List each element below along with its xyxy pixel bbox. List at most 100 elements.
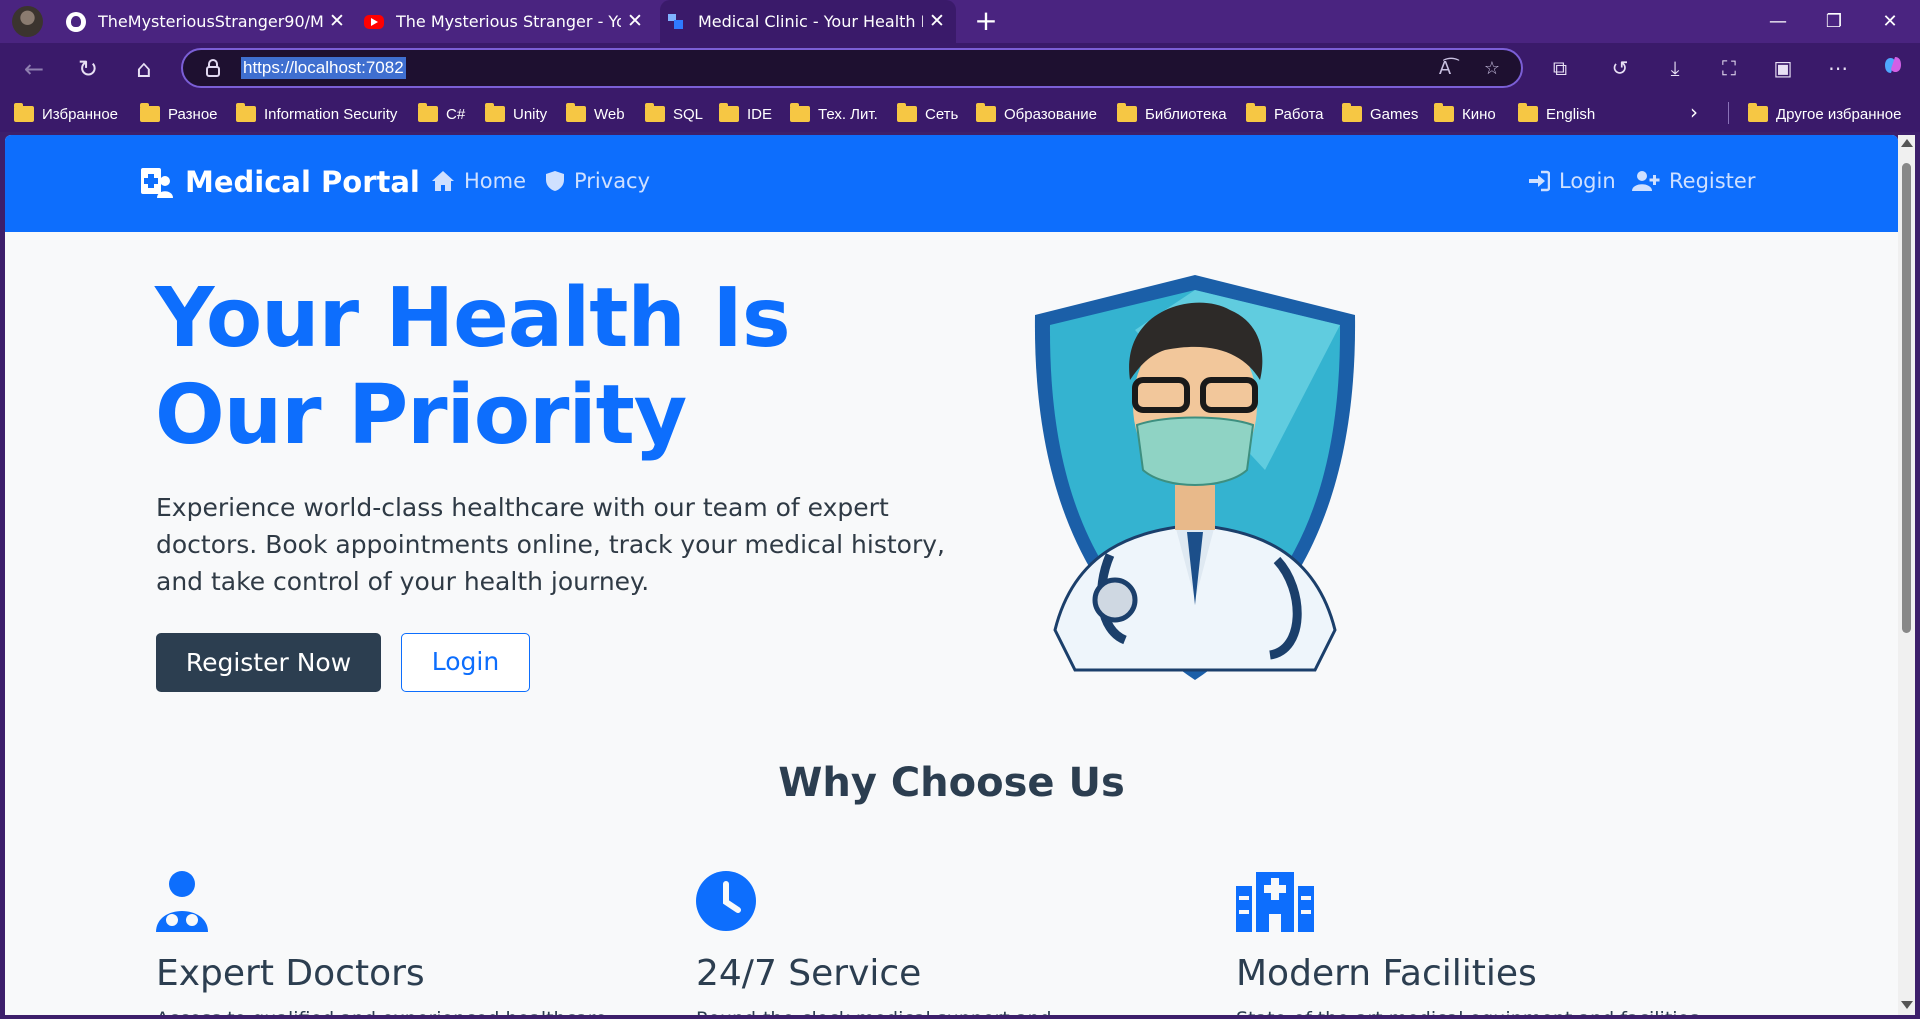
extensions-icon[interactable]: ⧉: [1545, 53, 1575, 83]
bookmark-folder[interactable]: Information Security: [236, 103, 397, 125]
bookmark-folder[interactable]: Библиотека: [1117, 103, 1227, 125]
bookmark-label: Разное: [168, 105, 218, 123]
back-icon[interactable]: ←: [18, 53, 50, 85]
url-text[interactable]: https://localhost:7082: [241, 57, 406, 79]
medical-icon: [668, 13, 683, 29]
new-tab-button[interactable]: +: [970, 6, 1002, 38]
folder-icon: [976, 103, 996, 122]
github-icon: [66, 11, 86, 32]
user-plus-icon: [1632, 171, 1660, 191]
bookmark-folder[interactable]: Тех. Лит.: [790, 103, 878, 125]
scroll-up-icon[interactable]: [1901, 139, 1913, 147]
tab-youtube[interactable]: The Mysterious Stranger - YouTub ✕: [364, 0, 654, 43]
tab-bar: TheMysteriousStranger90/Medica ✕ The Mys…: [0, 0, 1920, 43]
bookmark-folder[interactable]: Образование: [976, 103, 1097, 125]
url-field[interactable]: https://localhost:7082 A͡ ☆: [181, 48, 1523, 88]
folder-icon: [1434, 103, 1454, 122]
profile-avatar[interactable]: [12, 6, 43, 37]
bookmark-folder[interactable]: Web: [566, 103, 625, 125]
bookmark-label: Кино: [1462, 105, 1496, 123]
bookmark-label: Web: [594, 105, 625, 123]
close-icon[interactable]: ✕: [926, 10, 948, 32]
downloads-icon[interactable]: ⤓: [1660, 53, 1690, 83]
tab-title: TheMysteriousStranger90/Medica: [98, 12, 323, 31]
register-now-button[interactable]: Register Now: [156, 633, 381, 692]
bookmark-folder[interactable]: Работа: [1246, 103, 1324, 125]
bookmark-folder[interactable]: IDE: [719, 103, 772, 125]
collections-icon[interactable]: ▣: [1768, 53, 1798, 83]
close-window-button[interactable]: ✕: [1862, 0, 1918, 43]
feature-title: Expert Doctors: [156, 953, 425, 994]
bookmark-folder[interactable]: English: [1518, 103, 1595, 125]
minimize-button[interactable]: —: [1750, 0, 1806, 43]
feature-description: Round-the-clock medical support and: [696, 1004, 1166, 1015]
bookmark-folder[interactable]: SQL: [645, 103, 703, 125]
nav-register-label: Register: [1669, 169, 1756, 193]
feature-card: 24/7 Service Round-the-clock medical sup…: [696, 870, 1166, 1015]
folder-icon: [418, 103, 438, 122]
shield-icon: [546, 171, 564, 191]
close-icon[interactable]: ✕: [624, 10, 646, 32]
folder-icon: [485, 103, 505, 122]
youtube-icon: [364, 14, 384, 29]
bookmark-label: Unity: [513, 105, 548, 123]
other-bookmarks-folder[interactable]: Другое избранное: [1748, 103, 1901, 125]
feature-title: Modern Facilities: [1236, 953, 1537, 994]
bookmark-label: Избранное: [42, 105, 119, 123]
scroll-down-icon[interactable]: [1901, 1001, 1913, 1009]
folder-icon: [1748, 103, 1768, 122]
sign-in-icon: [1529, 170, 1550, 192]
bookmark-label: Работа: [1274, 105, 1324, 123]
bookmark-folder[interactable]: Избранное: [14, 103, 118, 125]
hero-title: Your Health Is Our Priority: [155, 271, 791, 463]
refresh-icon[interactable]: ↻: [72, 53, 104, 85]
nav-privacy[interactable]: Privacy: [545, 169, 650, 193]
doctor-illustration: [1034, 275, 1356, 680]
nav-login[interactable]: Login: [1528, 169, 1616, 193]
restore-button[interactable]: ❐: [1806, 0, 1862, 43]
page-scrollbar[interactable]: [1898, 135, 1915, 1015]
folder-icon: [236, 103, 256, 122]
screenshot-icon[interactable]: ⛶: [1714, 53, 1744, 83]
bookmark-label: IDE: [747, 105, 773, 123]
bookmark-folder[interactable]: Сеть: [897, 103, 958, 125]
bookmark-folder[interactable]: Разное: [140, 103, 218, 125]
tab-github[interactable]: TheMysteriousStranger90/Medica ✕: [66, 0, 356, 43]
history-icon[interactable]: ↺: [1605, 53, 1635, 83]
bookmark-folder[interactable]: Games: [1342, 103, 1418, 125]
folder-icon: [1117, 103, 1137, 122]
bookmark-label: SQL: [673, 105, 704, 123]
scroll-thumb[interactable]: [1902, 163, 1911, 633]
medical-file-icon: [141, 168, 173, 198]
bookmark-folder[interactable]: Кино: [1434, 103, 1496, 125]
bookmark-label: Сеть: [925, 105, 959, 123]
bookmarks-divider: [1728, 102, 1729, 124]
tab-medical-clinic[interactable]: Medical Clinic - Your Health Partn ✕: [660, 0, 956, 43]
read-aloud-icon[interactable]: A͡: [1434, 58, 1456, 80]
lock-icon[interactable]: [205, 59, 221, 77]
bookmark-folder[interactable]: C#: [418, 103, 465, 125]
bookmark-label: Библиотека: [1145, 105, 1227, 123]
bookmark-label: C#: [446, 105, 466, 123]
folder-icon: [790, 103, 810, 122]
bookmark-label: Information Security: [264, 105, 398, 123]
copilot-icon[interactable]: [1878, 53, 1908, 83]
folder-icon: [645, 103, 665, 122]
close-icon[interactable]: ✕: [326, 10, 348, 32]
feature-title: 24/7 Service: [696, 953, 922, 994]
bookmark-folder[interactable]: Unity: [485, 103, 547, 125]
bookmarks-bar: Избранное Разное Information Security C#…: [0, 94, 1920, 132]
more-menu-icon[interactable]: ⋯: [1823, 53, 1853, 83]
nav-home[interactable]: Home: [431, 169, 526, 193]
brand-link[interactable]: Medical Portal: [139, 165, 420, 199]
chevron-right-icon[interactable]: ›: [1690, 100, 1698, 124]
favorite-star-icon[interactable]: ☆: [1481, 58, 1503, 80]
bookmark-label: English: [1546, 105, 1596, 123]
hero-login-button[interactable]: Login: [401, 633, 530, 692]
web-page: Medical Portal Home Privacy Login Regist…: [5, 135, 1898, 1015]
nav-register[interactable]: Register: [1632, 169, 1755, 193]
folder-icon: [140, 103, 160, 122]
home-icon: [432, 171, 454, 191]
hero-description: Experience world-class healthcare with o…: [156, 493, 945, 596]
home-icon[interactable]: ⌂: [128, 53, 160, 85]
